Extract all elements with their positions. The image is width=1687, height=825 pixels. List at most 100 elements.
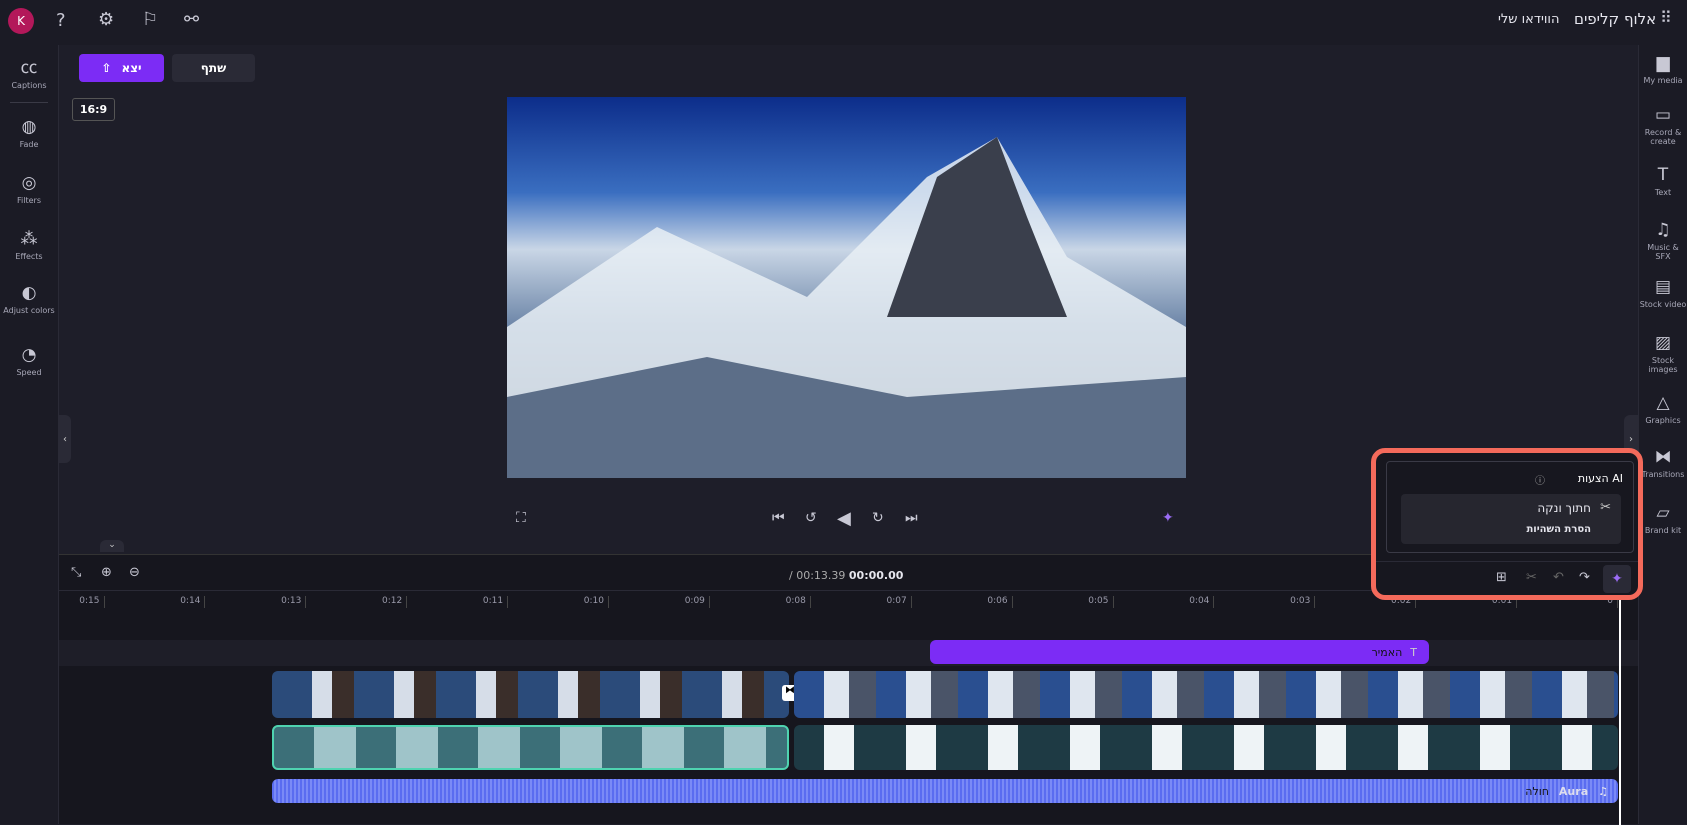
ruler-tick: 0:04 <box>1189 596 1215 608</box>
text-icon: T <box>1657 165 1669 185</box>
sidebar-item-transitions[interactable]: ⧓ Transitions <box>1639 447 1687 479</box>
total-time: / 00:13.39 <box>789 569 846 582</box>
right-sidebar: ▆ My media ▭ Record & create T Text ♫ Music … <box>1638 45 1687 824</box>
music-icon: ♫ <box>1655 220 1671 240</box>
video-clip-ice-selected[interactable] <box>272 725 789 770</box>
project-title[interactable]: אלוף קליפים <box>1574 10 1656 28</box>
left-sidebar: ㏄ Captions ◍ Fade ◎ Filters ⁂ Effects ◐ Adjus… <box>0 45 59 824</box>
text-icon: T <box>1410 645 1417 659</box>
audio-clip[interactable]: חולה Aura ♫ <box>272 779 1618 803</box>
ruler-tick: 0:10 <box>583 596 610 608</box>
ai-title: הצעות AI <box>1577 472 1623 485</box>
ai-suggestions-panel: הצעות AI ⓘ חתוך ונקה ✂ הסרת השהיות ⊞ ✂ ↶… <box>1371 448 1643 600</box>
ruler-tick: 0:11 <box>482 596 509 608</box>
audio-label: חולה <box>1525 784 1549 798</box>
brand-icon: ▱ <box>1656 503 1670 523</box>
ruler-tick: 0:12 <box>381 596 408 608</box>
wand-icon: ⁂ <box>20 229 38 249</box>
sidebar-item-music[interactable]: ♫ Music & SFX <box>1639 220 1687 261</box>
rewind-5-icon[interactable]: ↺ <box>805 510 817 526</box>
filters-icon: ◎ <box>21 173 37 193</box>
fullscreen-icon[interactable]: ⛶ <box>516 510 526 526</box>
audio-name: Aura <box>1558 784 1589 798</box>
divider <box>10 102 48 103</box>
sidebar-item-filters[interactable]: ◎ Filters <box>0 173 58 205</box>
suggestion-title: חתוך ונקה <box>1537 501 1591 515</box>
ruler-tick: 0:05 <box>1088 596 1114 608</box>
sidebar-item-stock-images[interactable]: ▨ Stock images <box>1639 333 1687 374</box>
transition-icon: ⧓ <box>1654 447 1672 467</box>
feedback-icon[interactable]: ⚐ <box>142 9 158 30</box>
contrast-icon: ◐ <box>21 283 37 303</box>
share-button[interactable]: שתף <box>172 54 255 82</box>
ai-suggestions-box: הצעות AI ⓘ חתוך ונקה ✂ הסרת השהיות <box>1386 461 1634 553</box>
avatar[interactable]: K <box>8 8 34 34</box>
sidebar-item-record[interactable]: ▭ Record & create <box>1639 105 1687 146</box>
ruler-tick: 0:13 <box>281 596 307 608</box>
image-icon: ▨ <box>1654 333 1672 353</box>
export-button[interactable]: ⇧ יצא <box>79 54 164 82</box>
zoom-in-icon[interactable]: ⊕ <box>101 565 112 580</box>
captions-icon: ㏄ <box>20 58 38 78</box>
suggestion-card[interactable]: חתוך ונקה ✂ הסרת השהיות <box>1401 494 1621 544</box>
scissors-sparkle-icon: ✂ <box>1600 500 1611 515</box>
gear-icon[interactable]: ⚙ <box>98 9 114 30</box>
ruler-tick: 0:08 <box>785 596 812 608</box>
fit-icon[interactable]: ⤡ <box>71 565 81 580</box>
info-icon[interactable]: ⓘ <box>1535 472 1545 487</box>
zoom-out-icon[interactable]: ⊖ <box>129 565 140 580</box>
mountain-image <box>507 137 1186 478</box>
project-subtitle[interactable]: הווידאו שלי <box>1498 12 1559 27</box>
sidebar-item-my-media[interactable]: ▆ My media <box>1639 53 1687 85</box>
camera-icon: ▭ <box>1654 105 1672 125</box>
music-icon: ♫ <box>1598 784 1608 798</box>
collapse-preview-button[interactable]: ⌄ <box>100 540 124 552</box>
suggestion-desc: הסרת השהיות <box>1526 524 1591 535</box>
playhead[interactable] <box>1619 595 1621 825</box>
current-time: 00:00.00 <box>848 569 904 582</box>
sidebar-item-text[interactable]: T Text <box>1639 165 1687 197</box>
collapse-left-panel[interactable]: ‹ <box>59 415 71 463</box>
video-clip-iceberg[interactable] <box>794 725 1618 770</box>
sidebar-item-speed[interactable]: ◔ Speed <box>0 345 58 377</box>
ruler-tick: 0:03 <box>1290 596 1316 608</box>
redo-icon[interactable]: ↷ <box>1579 570 1590 585</box>
ruler-tick: 0:14 <box>180 596 206 608</box>
apps-grid-icon[interactable]: ⠿ <box>1660 8 1672 27</box>
divider <box>1376 561 1638 562</box>
sidebar-item-brand-kit[interactable]: ▱ Brand kit <box>1639 503 1687 535</box>
ai-magic-icon[interactable]: ✦ <box>1162 510 1174 526</box>
video-clip-lake[interactable] <box>272 671 789 718</box>
video-preview[interactable] <box>507 97 1186 478</box>
sidebar-item-stock-video[interactable]: ▤ Stock video <box>1639 277 1687 309</box>
ruler-tick: 0:15 <box>79 596 105 608</box>
ai-suggestions-button[interactable]: ✦ <box>1603 565 1631 593</box>
skip-end-icon[interactable]: ⏭ <box>905 510 918 526</box>
ruler-tick: 0:09 <box>684 596 711 608</box>
ruler-tick: 0:07 <box>886 596 912 608</box>
sidebar-item-adjust-colors[interactable]: ◐ Adjust colors <box>0 283 58 315</box>
skip-start-icon[interactable]: ⏮ <box>772 510 785 526</box>
add-media-icon[interactable]: ⊞ <box>1496 570 1507 585</box>
sidebar-item-effects[interactable]: ⁂ Effects <box>0 229 58 261</box>
sidebar-item-graphics[interactable]: △ Graphics <box>1639 393 1687 425</box>
help-icon[interactable]: ? <box>56 10 66 31</box>
speed-icon: ◔ <box>21 345 37 365</box>
film-icon: ▤ <box>1654 277 1672 297</box>
cut-icon[interactable]: ✂ <box>1526 570 1537 585</box>
forward-5-icon[interactable]: ↻ <box>872 510 884 526</box>
fade-icon: ◍ <box>21 117 37 137</box>
undo-icon[interactable]: ↶ <box>1553 570 1564 585</box>
shapes-icon: △ <box>1656 393 1670 413</box>
sidebar-item-fade[interactable]: ◍ Fade <box>0 117 58 149</box>
team-icon[interactable]: ⚯ <box>184 9 199 30</box>
top-bar: K ? ⚙ ⚐ ⚯ הווידאו שלי אלוף קליפים ⠿ <box>0 0 1687 45</box>
video-clip-mountain[interactable] <box>794 671 1618 718</box>
sidebar-item-captions[interactable]: ㏄ Captions <box>0 53 58 90</box>
folder-icon: ▆ <box>1656 53 1670 73</box>
ruler-tick: 0:06 <box>987 596 1013 608</box>
aspect-ratio-button[interactable]: 16:9 <box>72 98 115 121</box>
time-display: / 00:13.39 00:00.00 <box>789 569 903 582</box>
text-clip[interactable]: האמיר T <box>930 640 1429 664</box>
play-button[interactable]: ◀ <box>837 508 851 529</box>
